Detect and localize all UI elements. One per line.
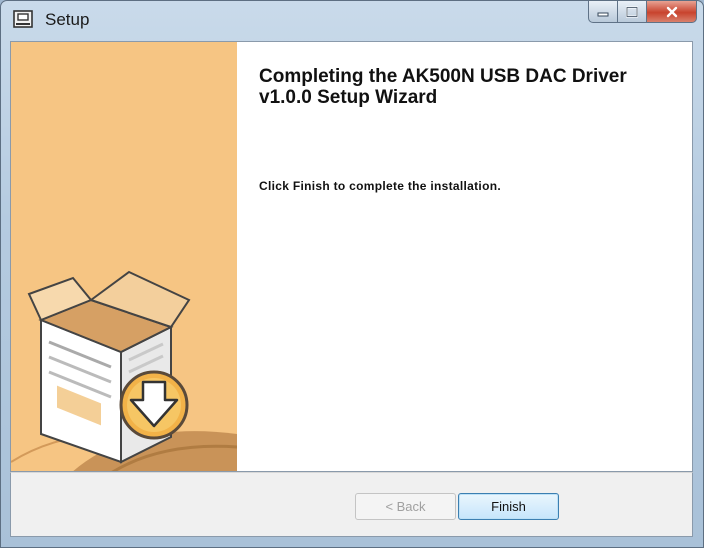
maximize-button[interactable]	[618, 1, 647, 23]
minimize-icon	[597, 12, 609, 16]
button-bar: < Back Finish	[10, 472, 693, 537]
finish-button[interactable]: Finish	[458, 493, 559, 520]
close-icon	[666, 6, 677, 17]
maximize-icon	[626, 6, 638, 17]
wizard-message: Click Finish to complete the installatio…	[259, 179, 501, 193]
window-controls	[588, 1, 697, 23]
back-button[interactable]: < Back	[355, 493, 456, 520]
wizard-content: Completing the AK500N USB DAC Driver v1.…	[10, 41, 693, 472]
wizard-heading: Completing the AK500N USB DAC Driver v1.…	[259, 66, 627, 108]
window-title: Setup	[45, 10, 90, 29]
minimize-button[interactable]	[588, 1, 618, 23]
title-bar[interactable]: Setup	[1, 1, 703, 39]
close-button[interactable]	[647, 1, 697, 23]
wizard-sidebar	[11, 42, 237, 471]
setup-window: Setup Completing the AK500N USB DAC Driv…	[0, 0, 704, 548]
setup-window-icon	[13, 10, 33, 28]
installer-box-download-icon	[11, 270, 237, 471]
